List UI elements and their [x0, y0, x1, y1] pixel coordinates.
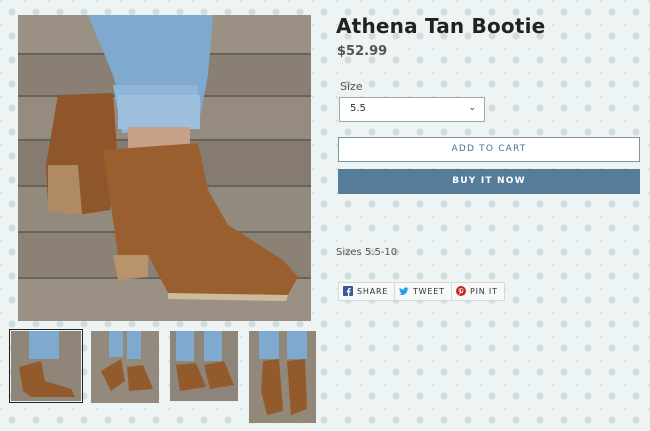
facebook-icon: [343, 286, 353, 296]
twitter-icon: [399, 287, 409, 295]
main-product-image[interactable]: [18, 15, 311, 321]
pinterest-icon: [456, 286, 466, 296]
buy-it-now-button[interactable]: BUY IT NOW: [338, 169, 640, 194]
share-facebook-button[interactable]: SHARE: [338, 282, 396, 301]
share-pinterest-label: PIN IT: [470, 287, 498, 296]
thumbnail-3-image: [170, 331, 238, 401]
size-select-value: 5.5: [350, 103, 366, 114]
size-select[interactable]: 5.5 ⌄: [339, 97, 485, 122]
thumbnail-1-image: [11, 331, 81, 401]
share-twitter-label: TWEET: [413, 287, 445, 296]
thumbnail-4-image: [249, 331, 316, 423]
chevron-down-icon: ⌄: [468, 103, 476, 113]
thumbnail-4[interactable]: [249, 331, 316, 423]
product-title: Athena Tan Bootie: [336, 14, 546, 38]
share-facebook-label: SHARE: [357, 287, 389, 296]
share-pinterest-button[interactable]: PIN IT: [451, 282, 505, 301]
thumbnail-1[interactable]: [9, 329, 83, 403]
thumbnail-2-image: [91, 331, 159, 403]
thumbnail-2[interactable]: [91, 331, 159, 403]
share-twitter-button[interactable]: TWEET: [394, 282, 452, 301]
product-description: Sizes 5.5-10: [336, 247, 398, 258]
product-price: $52.99: [337, 44, 388, 59]
add-to-cart-button[interactable]: ADD TO CART: [338, 137, 640, 162]
bootie-photo: [18, 15, 311, 321]
thumbnail-3[interactable]: [170, 331, 238, 401]
size-label: Size: [340, 80, 363, 93]
